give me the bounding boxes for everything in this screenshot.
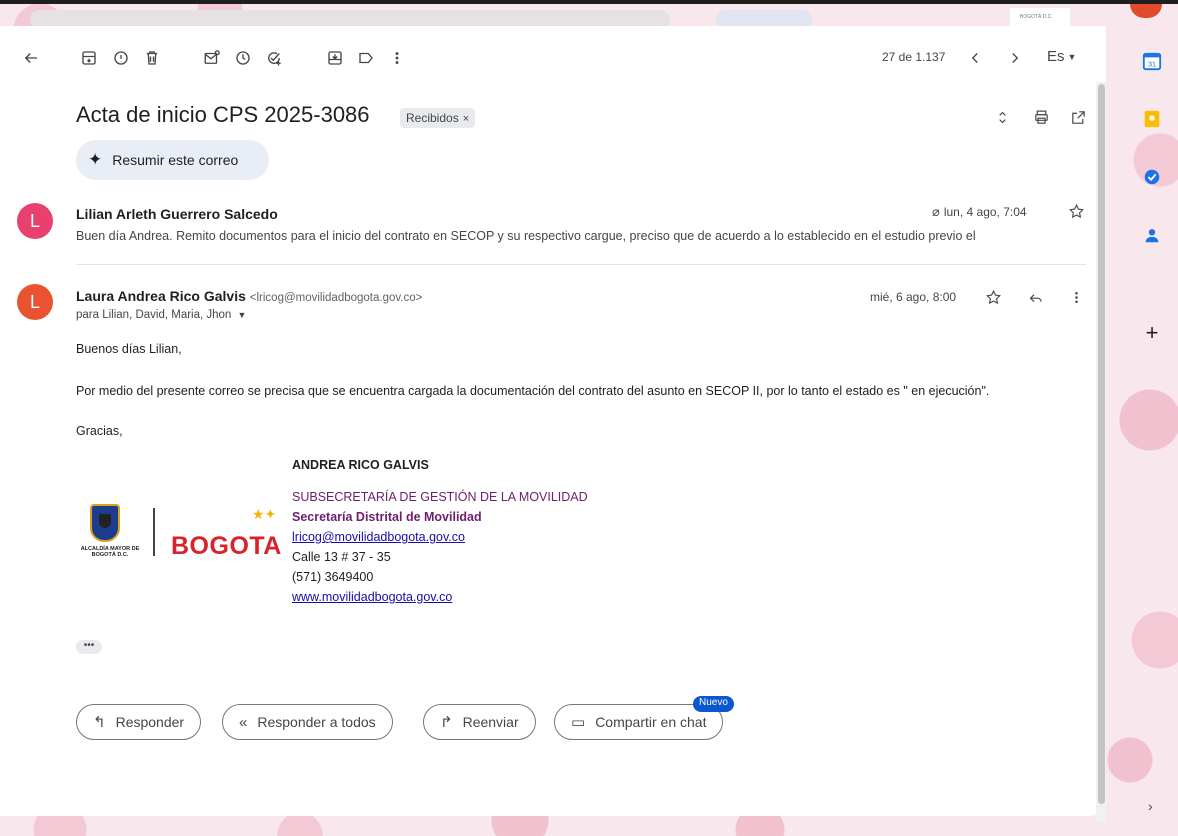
- report-spam-icon[interactable]: [109, 46, 133, 70]
- print-icon[interactable]: [1030, 106, 1052, 128]
- message-date: lun, 4 ago, 7:04: [943, 205, 1027, 219]
- signature-web-link[interactable]: www.movilidadbogota.gov.co: [292, 590, 452, 604]
- logo-divider: [153, 508, 155, 556]
- trash-icon[interactable]: [140, 46, 164, 70]
- summarize-email-button[interactable]: ✦ Resumir este correo: [76, 140, 269, 180]
- alcaldia-text: ALCALDÍA MAYOR DE BOGOTÁ D.C.: [80, 546, 140, 558]
- share-in-chat-label: Compartir en chat: [595, 714, 707, 730]
- reply-all-button[interactable]: « Responder a todos: [222, 704, 393, 740]
- new-badge: Nuevo: [693, 696, 734, 712]
- sender-avatar[interactable]: L: [17, 284, 53, 320]
- signature-address: Calle 13 # 37 - 35: [292, 550, 391, 564]
- bogota-wordmark: BOGOTA: [171, 532, 282, 560]
- caret-down-icon: ▼: [1067, 52, 1077, 63]
- archive-icon[interactable]: [77, 46, 101, 70]
- signature-dept: SUBSECRETARÍA DE GESTIÓN DE LA MOVILIDAD: [292, 490, 588, 504]
- newer-chevron-icon[interactable]: [963, 46, 987, 70]
- summarize-label: Resumir este correo: [112, 152, 239, 168]
- snooze-clock-icon[interactable]: [231, 46, 255, 70]
- older-chevron-icon[interactable]: [1003, 46, 1027, 70]
- tasks-icon[interactable]: [1141, 166, 1163, 188]
- calendar-icon[interactable]: 31: [1141, 50, 1163, 72]
- body-paragraph: Por medio del presente correo se precisa…: [76, 384, 990, 398]
- scrollbar-thumb[interactable]: [1098, 84, 1105, 804]
- forward-label: Reenviar: [462, 714, 519, 730]
- chat-bubble-icon: ▭: [571, 714, 586, 731]
- inbox-label-text: Recibidos: [406, 111, 459, 125]
- keep-notes-icon[interactable]: [1141, 108, 1163, 130]
- signature-org: Secretaría Distrital de Movilidad: [292, 510, 482, 524]
- reply-button[interactable]: ↰ Responder: [76, 704, 202, 740]
- message-divider: [76, 264, 1086, 265]
- signature-email-link[interactable]: lricog@movilidadbogota.gov.co: [292, 530, 465, 544]
- reply-label: Responder: [115, 714, 185, 730]
- attachment-date: ⌀ lun, 4 ago, 7:04: [932, 204, 1027, 220]
- pager-text: 27 de 1.137: [882, 50, 946, 64]
- sender-name[interactable]: Laura Andrea Rico Galvis: [76, 288, 246, 304]
- expand-all-icon[interactable]: [991, 106, 1013, 128]
- signature-logo: ALCALDÍA MAYOR DE BOGOTÁ D.C. BOGOTA ★✦: [80, 502, 290, 572]
- add-addon-icon[interactable]: +: [1141, 320, 1163, 345]
- signature-phone: (571) 3649400: [292, 570, 374, 584]
- forward-icon: ↱: [440, 714, 453, 731]
- input-language-label: Es: [1047, 48, 1065, 65]
- greeting-text: Buenos días Lilian,: [76, 342, 182, 356]
- open-new-window-icon[interactable]: [1067, 106, 1089, 128]
- account-avatar[interactable]: [1130, 4, 1162, 18]
- star-icon[interactable]: [1068, 203, 1085, 225]
- mark-unread-icon[interactable]: [200, 46, 224, 70]
- input-language-selector[interactable]: Es ▼: [1047, 48, 1076, 65]
- caret-down-icon: ▼: [237, 310, 247, 320]
- remove-label-icon[interactable]: ×: [463, 113, 469, 125]
- side-panel-expand-icon[interactable]: ›: [1148, 798, 1153, 814]
- more-vertical-icon[interactable]: [385, 46, 409, 70]
- top-strip: BOGOTÁ D.C.: [0, 4, 1178, 28]
- reply-icon: ↰: [93, 714, 106, 731]
- sparkle-icon: ✦: [88, 150, 103, 169]
- svg-text:31: 31: [1148, 59, 1156, 68]
- sender-name: Lilian Arleth Guerrero Salcedo: [76, 206, 278, 222]
- add-task-icon[interactable]: [262, 46, 286, 70]
- message-toolbar: 27 de 1.137 Es ▼: [0, 26, 1100, 88]
- recipients-line[interactable]: para Lilian, David, Maria, Jhon ▼: [76, 309, 246, 321]
- message-date: mié, 6 ago, 8:00: [870, 290, 957, 304]
- sender-avatar[interactable]: L: [17, 203, 53, 239]
- bogota-coat-of-arms-icon: [90, 504, 120, 542]
- sender-name-line: Laura Andrea Rico Galvis <lricog@movilid…: [76, 288, 422, 304]
- contacts-icon[interactable]: [1141, 224, 1163, 246]
- inbox-label-chip: Recibidos ×: [400, 108, 476, 128]
- recipients-text: para Lilian, David, Maria, Jhon: [76, 309, 232, 321]
- move-to-icon[interactable]: [323, 46, 347, 70]
- message-snippet[interactable]: Buen día Andrea. Remito documentos para …: [76, 229, 1086, 243]
- reply-all-label: Responder a todos: [257, 714, 376, 730]
- paperclip-icon: ⌀: [932, 204, 940, 219]
- signature-name: ANDREA RICO GALVIS: [292, 458, 429, 472]
- sender-email: <lricog@movilidadbogota.gov.co>: [249, 292, 423, 304]
- email-subject: Acta de inicio CPS 2025-3086: [76, 102, 370, 127]
- stars-icon: ★✦: [252, 506, 277, 522]
- more-vertical-icon[interactable]: [1068, 289, 1085, 311]
- email-panel: 27 de 1.137 Es ▼ Acta de inicio CPS 2025-…: [0, 26, 1106, 822]
- show-trimmed-content-button[interactable]: •••: [76, 640, 102, 654]
- org-logo-text: BOGOTÁ D.C.: [1020, 14, 1053, 20]
- label-icon[interactable]: [354, 46, 378, 70]
- closing-text: Gracias,: [76, 424, 123, 438]
- back-arrow-icon[interactable]: [19, 46, 43, 70]
- reply-icon[interactable]: [1027, 289, 1044, 311]
- org-logo-top: BOGOTÁ D.C.: [1010, 8, 1070, 26]
- reply-all-icon: «: [239, 713, 248, 731]
- forward-button[interactable]: ↱ Reenviar: [423, 704, 536, 740]
- star-icon[interactable]: [985, 289, 1002, 311]
